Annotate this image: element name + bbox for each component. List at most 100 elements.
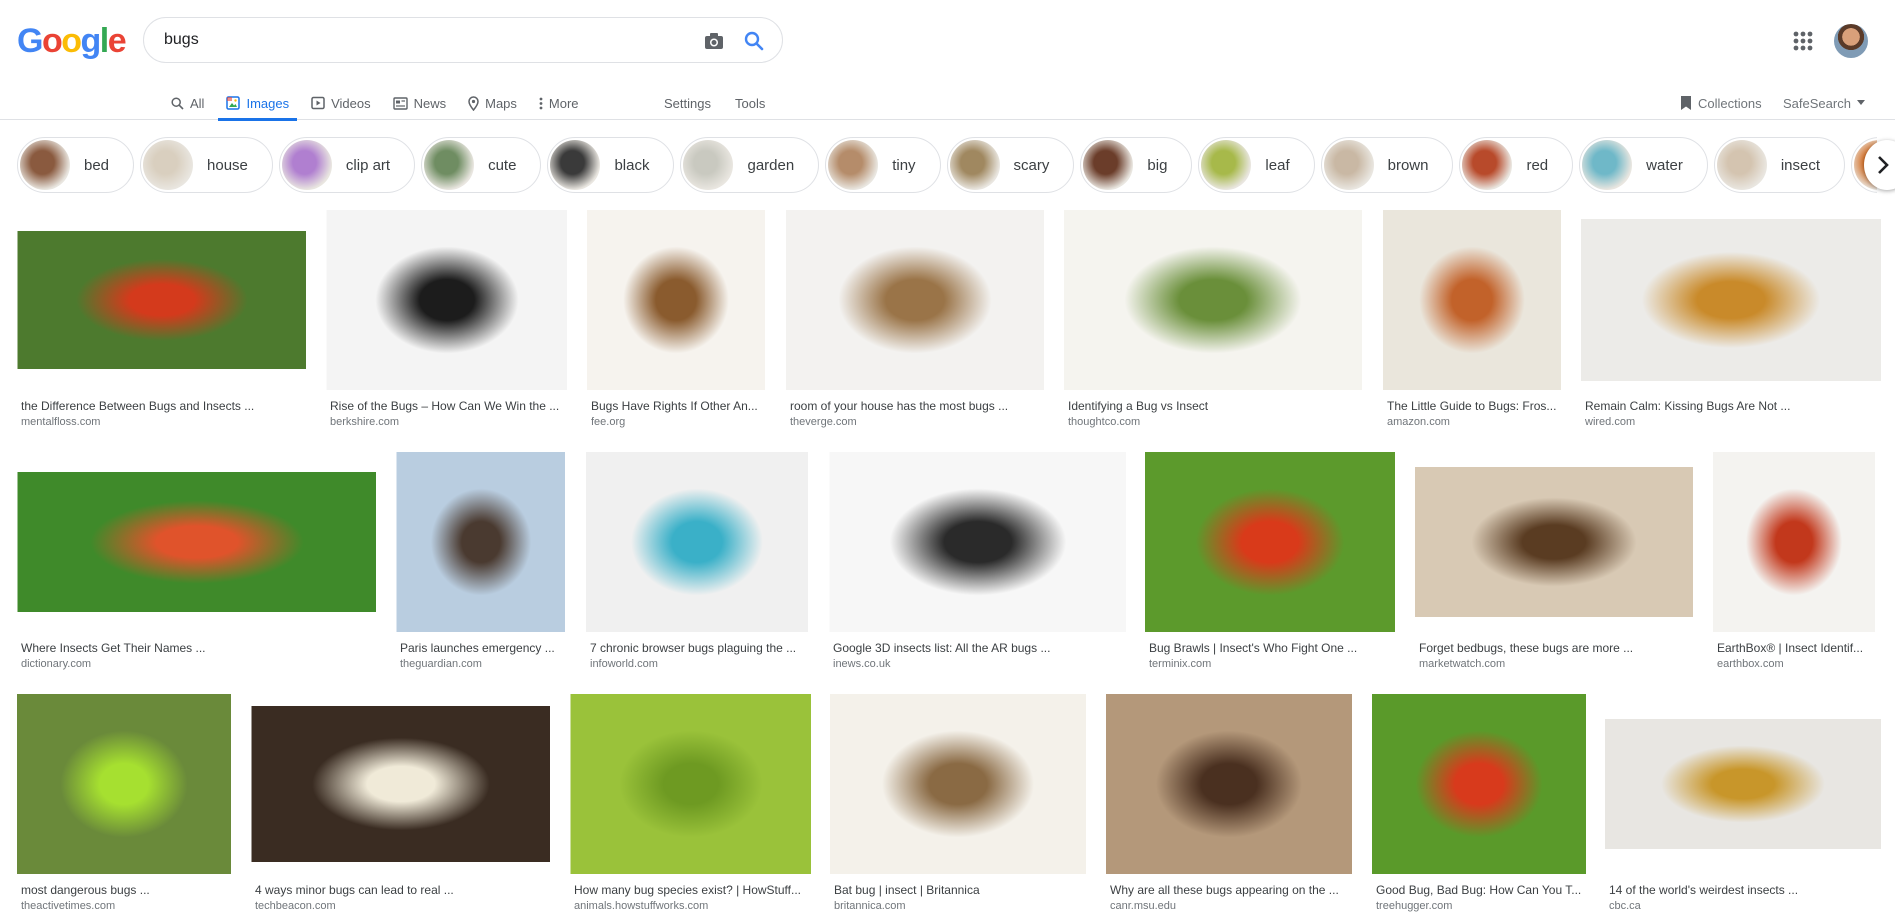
chip-big[interactable]: big [1080,137,1193,193]
tab-all[interactable]: All [163,86,212,120]
image-result[interactable]: Forget bedbugs, these bugs are more ... m… [1415,452,1693,670]
result-thumbnail [830,694,1086,874]
result-title[interactable]: most dangerous bugs ... [21,883,227,897]
result-title[interactable]: Bug Brawls | Insect's Who Fight One ... [1149,641,1391,655]
result-title[interactable]: 14 of the world's weirdest insects ... [1609,883,1877,897]
result-title[interactable]: Identifying a Bug vs Insect [1068,399,1358,413]
chip-red[interactable]: red [1459,137,1574,193]
result-title[interactable]: Bugs Have Rights If Other An... [591,399,761,413]
image-result[interactable]: The Little Guide to Bugs: Fros... amazon.… [1383,210,1561,428]
result-domain: techbeacon.com [255,900,336,912]
safesearch-dropdown[interactable]: SafeSearch [1783,86,1865,120]
result-title[interactable]: Where Insects Get Their Names ... [21,641,372,655]
image-result[interactable]: Remain Calm: Kissing Bugs Are Not ... wir… [1581,210,1881,428]
result-title[interactable]: Forget bedbugs, these bugs are more ... [1419,641,1689,655]
related-searches-chips: bed house clip art cute black garden tiny scary… [17,137,1877,193]
chip-water[interactable]: water [1579,137,1708,193]
image-result[interactable]: Bat bug | insect | Britannica britannica.… [830,694,1086,912]
result-title[interactable]: Google 3D insects list: All the AR bugs … [833,641,1122,655]
chip-thumbnail [143,140,194,190]
result-title[interactable]: Rise of the Bugs – How Can We Win the ..… [330,399,563,413]
account-avatar[interactable] [1834,24,1868,58]
result-domain: animals.howstuffworks.com [574,900,709,912]
image-result[interactable]: Good Bug, Bad Bug: How Can You T... treeh… [1372,694,1586,912]
camera-search-button[interactable] [700,27,728,55]
image-result[interactable]: 7 chronic browser bugs plaguing the ... i… [586,452,808,670]
result-domain: cbc.ca [1609,900,1641,912]
google-logo[interactable]: Google [17,22,127,61]
image-result[interactable]: Rise of the Bugs – How Can We Win the ..… [326,210,567,428]
collections-link[interactable]: Collections [1680,86,1762,120]
chip-thumbnail [683,140,734,190]
chip-tiny[interactable]: tiny [825,137,941,193]
chip-scary[interactable]: scary [946,137,1075,193]
result-title[interactable]: Good Bug, Bad Bug: How Can You T... [1376,883,1582,897]
image-result[interactable]: Bugs Have Rights If Other An... fee.org [587,210,765,428]
chip-thumbnail [1201,140,1252,190]
image-result[interactable]: How many bug species exist? | HowStuff..… [570,694,811,912]
result-image [786,210,1044,390]
tools-link[interactable]: Tools [735,86,765,120]
result-thumbnail [786,210,1044,390]
caret-down-icon [1856,100,1865,105]
tab-more[interactable]: More [531,86,587,120]
image-result[interactable]: room of your house has the most bugs ...… [786,210,1044,428]
result-title[interactable]: EarthBox® | Insect Identif... [1717,641,1871,655]
image-result[interactable]: Paris launches emergency ... theguardian.… [396,452,565,670]
chip-bed[interactable]: bed [17,137,135,193]
chip-black[interactable]: black [547,137,675,193]
result-image [1713,452,1875,632]
image-result[interactable]: 14 of the world's weirdest insects ... cb… [1605,694,1881,912]
chip-thumbnail [1716,140,1767,190]
result-image [1372,694,1586,874]
result-image [570,694,811,874]
image-result[interactable]: Identifying a Bug vs Insect thoughtco.com [1064,210,1362,428]
image-result[interactable]: Bug Brawls | Insect's Who Fight One ... t… [1145,452,1395,670]
video-icon [311,96,325,110]
google-apps-button[interactable] [1790,28,1816,54]
image-result[interactable]: EarthBox® | Insect Identif... earthbox.co… [1713,452,1875,670]
image-result[interactable]: 4 ways minor bugs can lead to real ... te… [251,694,550,912]
result-thumbnail [1713,452,1875,632]
search-input[interactable] [164,28,684,52]
result-title[interactable]: Paris launches emergency ... [400,641,561,655]
tab-images[interactable]: Images [218,86,297,121]
result-title[interactable]: 4 ways minor bugs can lead to real ... [255,883,546,897]
bookmark-icon [1681,96,1691,110]
image-result[interactable]: Where Insects Get Their Names ... diction… [17,452,376,670]
tab-maps[interactable]: Maps [460,86,525,120]
chip-label: red [1526,156,1549,174]
search-box [143,17,783,63]
image-result[interactable]: most dangerous bugs ... theactivetimes.co… [17,694,231,912]
result-title[interactable]: Bat bug | insect | Britannica [834,883,1082,897]
chip-garden[interactable]: garden [680,137,820,193]
result-title[interactable]: Why are all these bugs appearing on the … [1110,883,1348,897]
result-image [251,706,550,862]
chip-thumbnail [949,140,1000,190]
search-button[interactable] [740,27,768,55]
settings-link[interactable]: Settings [664,86,711,120]
result-title[interactable]: Remain Calm: Kissing Bugs Are Not ... [1585,399,1877,413]
chip-cute[interactable]: cute [421,137,542,193]
result-title[interactable]: The Little Guide to Bugs: Fros... [1387,399,1557,413]
result-image [587,210,765,390]
chip-brown[interactable]: brown [1320,137,1454,193]
safesearch-label: SafeSearch [1783,95,1851,111]
result-image [1605,719,1881,849]
chip-clip-art[interactable]: clip art [278,137,416,193]
result-title[interactable]: room of your house has the most bugs ... [790,399,1040,413]
result-title[interactable]: the Difference Between Bugs and Insects … [21,399,302,413]
result-title[interactable]: How many bug species exist? | HowStuff..… [574,883,807,897]
chip-label: insect [1780,156,1821,174]
tab-videos[interactable]: Videos [303,86,379,120]
image-result[interactable]: Google 3D insects list: All the AR bugs … [829,452,1126,670]
chip-house[interactable]: house [140,137,273,193]
chip-leaf[interactable]: leaf [1198,137,1315,193]
chip-insect[interactable]: insect [1713,137,1846,193]
tab-news[interactable]: News [385,86,455,120]
image-result[interactable]: Why are all these bugs appearing on the … [1106,694,1352,912]
image-result[interactable]: the Difference Between Bugs and Insects … [17,210,306,428]
result-title[interactable]: 7 chronic browser bugs plaguing the ... [590,641,804,655]
search-icon [171,96,184,110]
result-domain: amazon.com [1387,416,1450,428]
